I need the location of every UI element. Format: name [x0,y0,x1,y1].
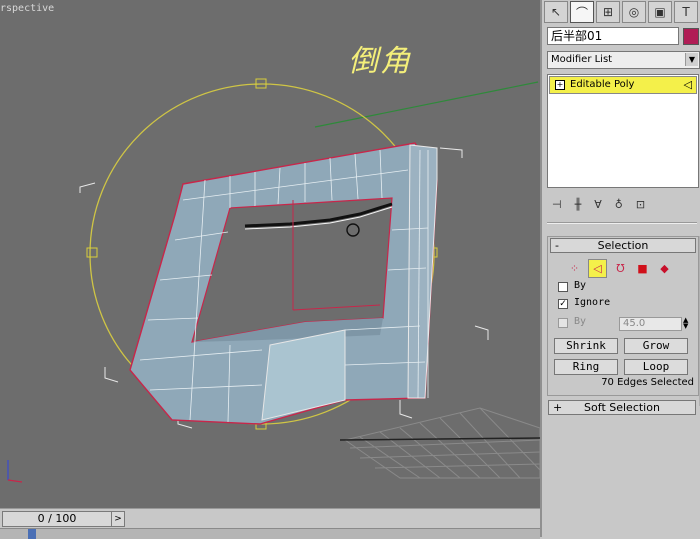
time-slider[interactable]: 0 / 100 > [0,508,540,539]
light-direction-line [314,81,539,128]
selection-rollout-header[interactable]: - Selection [550,238,696,253]
floor-grid [343,407,540,479]
chevron-down-icon[interactable]: ▼ [685,53,698,66]
axis-tripod [7,460,23,483]
selection-title: Selection [597,239,649,252]
divider [547,222,697,224]
next-frame-button[interactable]: > [111,511,125,527]
selection-rollout: - Selection ⁘ ◁ Ʊ ■ ◆ By ✓ Ignore By 45.… [547,236,699,396]
modifier-stack[interactable]: + Editable Poly ◁ [547,74,699,188]
polygon-icon[interactable]: ■ [634,260,651,277]
viewport-scene [7,78,540,483]
vertex-icon[interactable]: ⁘ [566,260,583,277]
create-tab-icon[interactable]: ↖ [544,1,568,23]
collapse-icon: - [555,239,559,252]
command-panel: ↖ ⌒ ⊞ ◎ ▣ T 后半部01 Modifier List ▼ + Edit… [540,0,700,537]
expand-icon: + [553,401,563,414]
subobject-level-icons: ⁘ ◁ Ʊ ■ ◆ [566,259,673,278]
motion-tab-icon[interactable]: ◎ [622,1,646,23]
stack-item-label: Editable Poly [570,79,635,90]
hierarchy-tab-icon[interactable]: ⊞ [596,1,620,23]
loop-button[interactable]: Loop [624,359,688,375]
by-angle-label: By [574,316,587,327]
edge-icon[interactable]: ◁ [588,259,607,278]
editable-poly-icon: ◁ [683,78,692,91]
soft-selection-rollout-header[interactable]: + Soft Selection [548,400,696,415]
object-name-input[interactable]: 后半部01 [547,27,679,45]
expand-icon[interactable]: + [555,80,565,90]
object-color-swatch[interactable] [683,28,699,45]
perspective-viewport[interactable]: rspective 倒角 [0,0,540,508]
stack-toolbar: ⊣ ╫ ∀ ♁ ⊡ [552,194,697,214]
configure-sets-icon[interactable]: ⊡ [636,198,645,211]
by-angle-checkbox[interactable] [558,318,568,328]
soft-selection-title: Soft Selection [584,401,660,414]
angle-spinner[interactable]: ▲ ▼ [683,317,691,330]
pin-stack-icon[interactable]: ⊣ [552,198,562,211]
shrink-button[interactable]: Shrink [554,338,618,354]
border-icon[interactable]: Ʊ [612,260,629,277]
modify-tab-icon[interactable]: ⌒ [570,1,594,23]
grow-button[interactable]: Grow [624,338,688,354]
command-tabs: ↖ ⌒ ⊞ ◎ ▣ T [544,1,698,23]
angle-input[interactable]: 45.0 [619,317,682,331]
annotation-text: 倒角 [348,44,412,79]
stack-item-editable-poly[interactable]: + Editable Poly ◁ [549,76,697,94]
make-unique-icon[interactable]: ∀ [594,198,602,211]
remove-modifier-icon[interactable]: ♁ [615,198,623,211]
show-end-result-icon[interactable]: ╫ [575,198,582,211]
utilities-tab-icon[interactable]: T [674,1,698,23]
modifier-list-label: Modifier List [551,54,613,65]
mesh-object [129,142,438,425]
by-vertex-label: By [574,280,587,291]
selection-status: 70 Edges Selected [601,377,694,388]
by-vertex-checkbox[interactable] [558,282,568,292]
track-bar-thumb[interactable] [28,529,36,539]
ignore-backfacing-checkbox[interactable]: ✓ [558,299,568,309]
track-bar[interactable] [0,528,540,539]
ignore-backfacing-label: Ignore [574,297,611,308]
frame-counter[interactable]: 0 / 100 [2,511,112,527]
ring-button[interactable]: Ring [554,359,618,375]
modifier-list-dropdown[interactable]: Modifier List ▼ [547,51,700,69]
element-icon[interactable]: ◆ [656,260,673,277]
display-tab-icon[interactable]: ▣ [648,1,672,23]
